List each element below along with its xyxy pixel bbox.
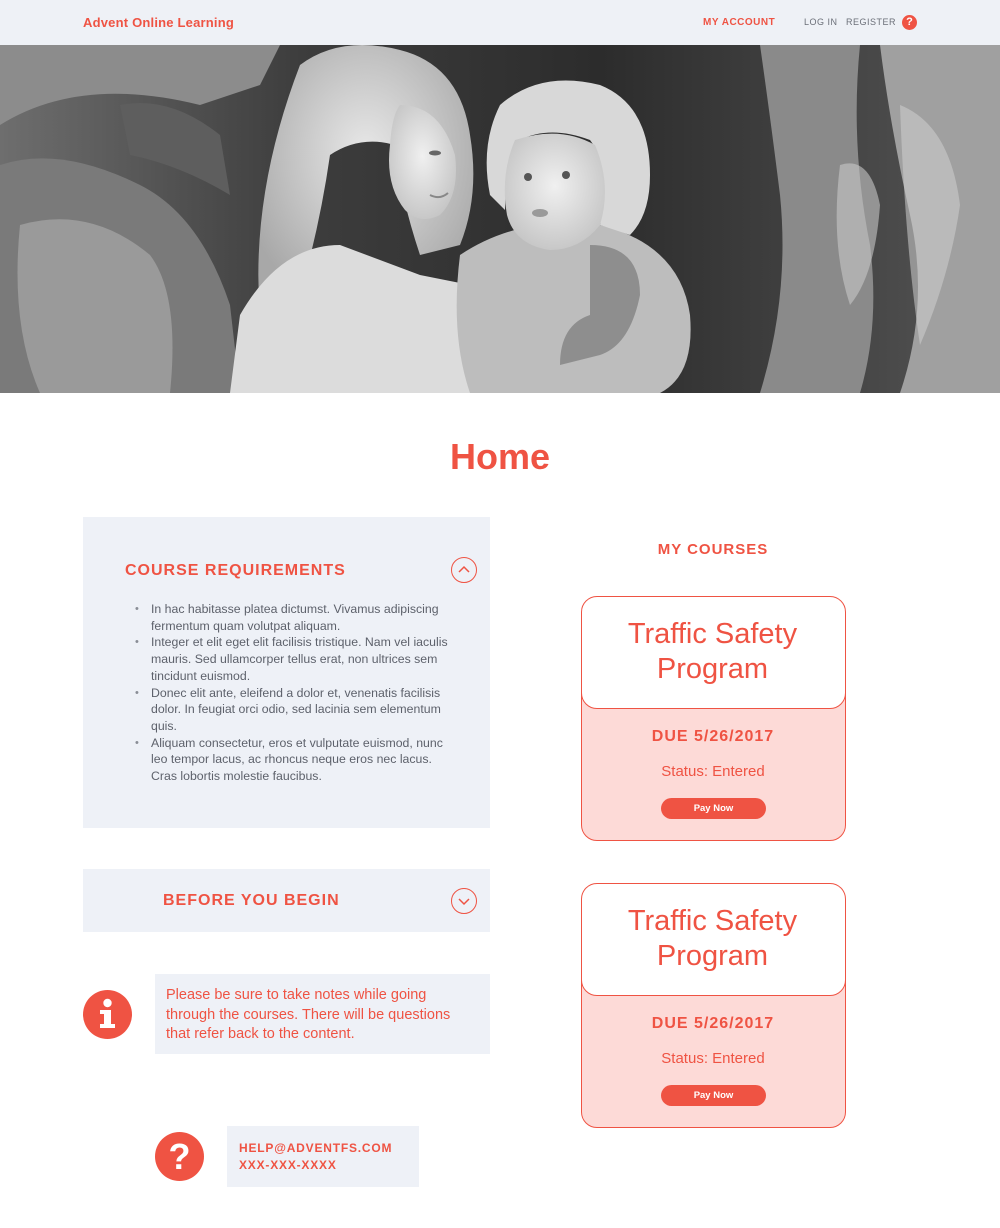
course-card[interactable]: Traffic Safety Program DUE 5/26/2017 Sta… [581,596,846,841]
my-courses-heading: MY COURSES [657,541,769,558]
course-requirements-list: In hac habitasse platea dictumst. Vivamu… [135,601,451,785]
course-requirements-title[interactable]: COURSE REQUIREMENTS [125,562,346,580]
nav-register-link[interactable]: REGISTER [846,17,896,27]
course-name-line: Traffic Safety [627,617,798,650]
contact-phone: XXX-XXX-XXXX [239,1158,337,1172]
info-icon [83,990,132,1039]
course-status: Status: Entered [661,763,765,780]
list-item: Donec elit ante, eleifend a dolor et, ve… [135,685,451,735]
chevron-up-circle-icon[interactable] [451,557,477,583]
course-name-line: Program [656,939,769,972]
contact-panel: HELP@ADVENTFS.COM XXX-XXX-XXXX [227,1126,419,1187]
course-name: Traffic Safety Program [582,904,844,974]
notes-reminder-text: Please be sure to take notes while going… [166,987,451,1042]
chevron-down-circle-icon[interactable] [451,888,477,914]
question-icon: ? [155,1132,204,1181]
hero-photo-mother-child [0,45,1000,393]
list-item: Integer et elit eget elit facilisis tris… [135,634,451,684]
nav-my-account-link[interactable]: MY ACCOUNT [703,17,775,28]
notes-reminder-panel: Please be sure to take notes while going… [155,974,490,1054]
course-name-line: Traffic Safety [627,904,798,937]
course-card[interactable]: Traffic Safety Program DUE 5/26/2017 Sta… [581,883,846,1128]
course-requirements-panel: COURSE REQUIREMENTS In hac habitasse pla… [83,517,490,828]
course-name: Traffic Safety Program [582,617,844,687]
brand-logo-text[interactable]: Advent Online Learning [83,15,234,30]
list-item: Aliquam consectetur, eros et vulputate e… [135,735,451,785]
contact-email-link[interactable]: HELP@ADVENTFS.COM [239,1141,392,1155]
course-status: Status: Entered [661,1050,765,1067]
before-you-begin-title[interactable]: BEFORE YOU BEGIN [163,892,340,910]
pay-now-button[interactable]: Pay Now [661,1085,766,1106]
help-icon[interactable]: ? [902,15,917,30]
pay-now-button[interactable]: Pay Now [661,798,766,819]
course-card-header: Traffic Safety Program [582,884,845,996]
hero-image [0,45,1000,393]
course-due-date: DUE 5/26/2017 [651,728,775,745]
list-item: In hac habitasse platea dictumst. Vivamu… [135,601,451,634]
course-card-header: Traffic Safety Program [582,597,845,709]
top-navigation-bar: Advent Online Learning MY ACCOUNT LOG IN… [0,0,1000,45]
course-name-line: Program [656,652,769,685]
page-title: Home [449,436,551,477]
course-due-date: DUE 5/26/2017 [651,1015,775,1032]
nav-log-in-link[interactable]: LOG IN [804,17,838,27]
before-you-begin-panel[interactable]: BEFORE YOU BEGIN [83,869,490,932]
